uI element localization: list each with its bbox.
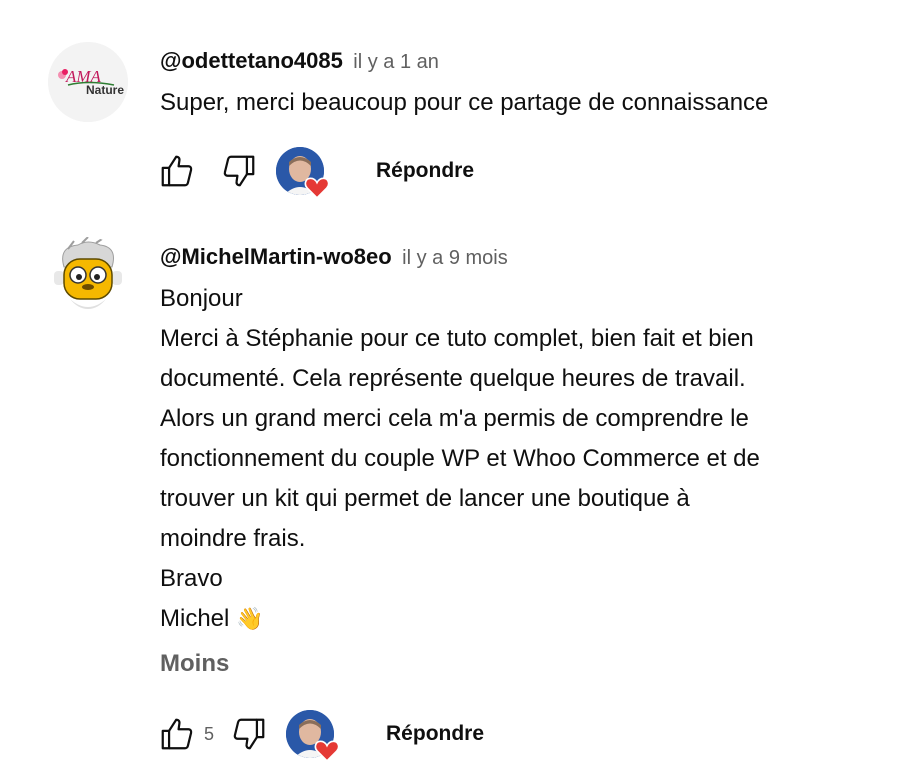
comment-text: Super, merci beaucoup pour ce partage de… bbox=[160, 83, 888, 123]
thumbs-down-icon bbox=[233, 718, 265, 750]
comment-body: @MichelMartin-wo8eo il y a 9 mois Bonjou… bbox=[160, 241, 888, 678]
creator-heart bbox=[286, 710, 340, 762]
comment-line: Alors un grand merci cela m'a permis de … bbox=[160, 405, 749, 432]
dislike-button[interactable] bbox=[228, 713, 270, 755]
avatar-logo-subtext: Nature bbox=[86, 83, 124, 97]
author-name[interactable]: @odettetano4085 bbox=[160, 48, 343, 73]
author-name[interactable]: @MichelMartin-wo8eo bbox=[160, 244, 392, 269]
comment-line: trouver un kit qui permet de lancer une … bbox=[160, 485, 690, 512]
reply-button[interactable]: Répondre bbox=[386, 722, 484, 746]
comment-meta: @odettetano4085 il y a 1 an bbox=[160, 45, 888, 77]
like-button[interactable] bbox=[156, 713, 198, 755]
comment-time[interactable]: il y a 9 mois bbox=[402, 247, 508, 269]
creator-heart bbox=[276, 147, 330, 199]
comment-meta: @MichelMartin-wo8eo il y a 9 mois bbox=[160, 241, 888, 273]
comment-line: Merci à Stéphanie pour ce tuto complet, … bbox=[160, 325, 754, 352]
creator-heart-icon bbox=[314, 740, 340, 762]
waving-hand-emoji: 👋 bbox=[236, 607, 264, 632]
show-less-button[interactable]: Moins bbox=[160, 650, 888, 678]
comment-actions: Répondre bbox=[156, 146, 474, 199]
thumbs-up-icon bbox=[161, 155, 193, 187]
like-count: 5 bbox=[204, 723, 215, 744]
comment-line: Bonjour bbox=[160, 285, 243, 312]
comment-line: Super, merci beaucoup pour ce partage de… bbox=[160, 89, 769, 116]
thumbs-down-icon bbox=[223, 155, 255, 187]
avatar[interactable] bbox=[48, 237, 128, 317]
reply-button[interactable]: Répondre bbox=[376, 159, 474, 183]
comment-line: moindre frais. bbox=[160, 525, 306, 552]
comment-text: Bonjour Merci à Stéphanie pour ce tuto c… bbox=[160, 279, 888, 640]
creator-heart-icon bbox=[304, 177, 330, 199]
comment-line: documenté. Cela représente quelque heure… bbox=[160, 365, 746, 392]
dislike-button[interactable] bbox=[218, 150, 260, 192]
comment-time[interactable]: il y a 1 an bbox=[353, 51, 439, 73]
avatar[interactable]: AMA Nature bbox=[48, 42, 128, 122]
comment-line-signature: Michel 👋 bbox=[160, 599, 888, 640]
signature-text: Michel bbox=[160, 605, 230, 632]
thumbs-up-icon bbox=[161, 718, 193, 750]
comment-actions: 5 Répondre bbox=[156, 709, 484, 762]
like-button[interactable] bbox=[156, 150, 198, 192]
comment-line: fonctionnement du couple WP et Whoo Comm… bbox=[160, 445, 760, 472]
comment-line: Bravo bbox=[160, 565, 223, 592]
comment-body: @odettetano4085 il y a 1 an Super, merci… bbox=[160, 45, 888, 123]
